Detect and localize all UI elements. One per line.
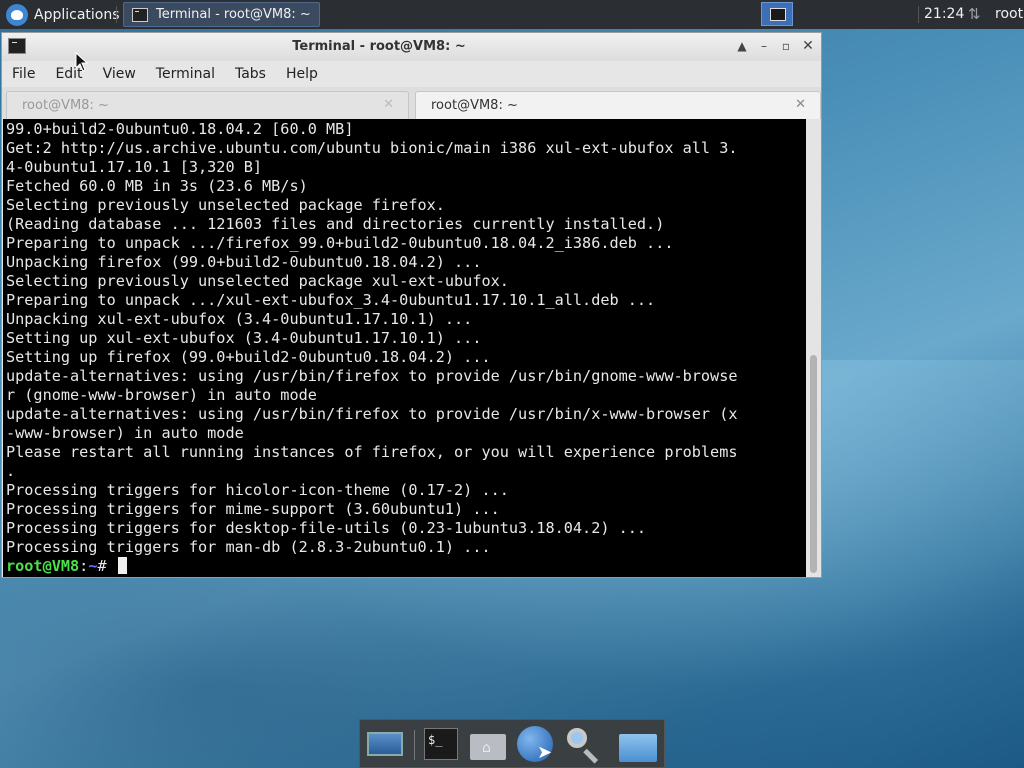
terminal-line: Preparing to unpack .../firefox_99.0+bui… xyxy=(6,234,674,252)
window-titlebar[interactable]: Terminal - root@VM8: ~ ▲ – ▫ ✕ xyxy=(2,33,821,61)
search-icon xyxy=(567,728,587,748)
network-icon[interactable]: ⇅ xyxy=(968,5,981,23)
files-icon xyxy=(619,734,657,762)
text-cursor xyxy=(117,557,127,574)
window-shade-icon[interactable]: ▲ xyxy=(733,38,751,54)
terminal-line: 99.0+build2-0ubuntu0.18.04.2 [60.0 MB] xyxy=(6,120,354,138)
terminal-line: Unpacking firefox (99.0+build2-0ubuntu0.… xyxy=(6,253,482,271)
terminal-line: Preparing to unpack .../xul-ext-ubufox_3… xyxy=(6,291,656,309)
prompt-user-host: root@VM8 xyxy=(6,557,80,575)
mouse-pointer-icon xyxy=(75,52,89,72)
xfce-logo-icon xyxy=(6,3,28,26)
terminal-line: Setting up xul-ext-ubufox (3.4-0ubuntu1.… xyxy=(6,329,482,347)
terminal-output[interactable]: 99.0+build2-0ubuntu0.18.04.2 [60.0 MB] G… xyxy=(3,119,806,577)
minimize-icon[interactable]: – xyxy=(755,38,773,54)
menu-terminal[interactable]: Terminal xyxy=(146,66,225,82)
terminal-line: Unpacking xul-ext-ubufox (3.4-0ubuntu1.1… xyxy=(6,310,473,328)
terminal-line: update-alternatives: using /usr/bin/fire… xyxy=(6,367,738,385)
close-icon[interactable]: ✕ xyxy=(799,38,817,54)
terminal-icon: $_ xyxy=(424,728,458,760)
terminal-icon xyxy=(132,7,148,22)
tab-close-icon[interactable]: ✕ xyxy=(383,97,394,112)
terminal-line: -www-browser) in auto mode xyxy=(6,424,244,442)
web-browser-launcher[interactable]: ➤ xyxy=(515,726,555,764)
prompt-colon: : xyxy=(79,557,89,575)
menubar: File Edit View Terminal Tabs Help xyxy=(2,61,821,87)
terminal-prompt[interactable]: root@VM8:~# xyxy=(6,557,127,576)
tab-terminal-2[interactable]: root@VM8: ~ ✕ xyxy=(415,91,821,119)
terminal-line: Please restart all running instances of … xyxy=(6,443,738,461)
terminal-line: 4-0ubuntu1.17.10.1 [3,320 B] xyxy=(6,158,263,176)
applications-label: Applications xyxy=(34,6,120,23)
show-desktop-button[interactable] xyxy=(365,726,405,764)
tab-close-icon[interactable]: ✕ xyxy=(795,97,806,112)
files-launcher[interactable] xyxy=(617,726,657,764)
panel-separator xyxy=(918,6,919,23)
terminal-launcher[interactable]: $_ xyxy=(421,726,461,764)
tab-terminal-1[interactable]: root@VM8: ~ ✕ xyxy=(6,91,409,119)
menu-view[interactable]: View xyxy=(93,66,146,82)
home-folder-launcher[interactable]: ⌂ xyxy=(468,726,508,764)
user-menu[interactable]: root xyxy=(995,6,1023,22)
terminal-line: Processing triggers for desktop-file-uti… xyxy=(6,519,647,537)
search-handle-icon xyxy=(583,748,599,764)
scrollbar-thumb[interactable] xyxy=(810,355,817,573)
app-finder-launcher[interactable] xyxy=(563,726,603,764)
terminal-line: Setting up firefox (99.0+build2-0ubuntu0… xyxy=(6,348,491,366)
terminal-line: Processing triggers for man-db (2.8.3-2u… xyxy=(6,538,491,556)
terminal-line: Fetched 60.0 MB in 3s (23.6 MB/s) xyxy=(6,177,308,195)
window-title: Terminal - root@VM8: ~ xyxy=(292,39,466,54)
terminal-line: r (gnome-www-browser) in auto mode xyxy=(6,386,317,404)
menu-file[interactable]: File xyxy=(2,66,45,82)
prompt-symbol: # xyxy=(97,557,116,575)
house-icon: ⌂ xyxy=(482,740,491,756)
top-panel: Applications Terminal - root@VM8: ~ 21:2… xyxy=(0,0,1024,29)
tab-label: root@VM8: ~ xyxy=(431,98,518,113)
desktop-icon xyxy=(367,732,403,756)
workspace-window-icon xyxy=(770,8,786,21)
terminal-line: Processing triggers for hicolor-icon-the… xyxy=(6,481,509,499)
terminal-line: (Reading database ... 121603 files and d… xyxy=(6,215,665,233)
terminal-line: Selecting previously unselected package … xyxy=(6,196,445,214)
terminal-line: update-alternatives: using /usr/bin/fire… xyxy=(6,405,738,423)
maximize-icon[interactable]: ▫ xyxy=(777,38,795,54)
terminal-text: 99.0+build2-0ubuntu0.18.04.2 [60.0 MB] G… xyxy=(6,120,738,557)
terminal-line: Selecting previously unselected package … xyxy=(6,272,509,290)
menu-tabs[interactable]: Tabs xyxy=(225,66,276,82)
clock[interactable]: 21:24 xyxy=(924,6,964,22)
terminal-line: Processing triggers for mime-support (3.… xyxy=(6,500,500,518)
terminal-line: . xyxy=(6,462,16,480)
taskbar-terminal-button[interactable]: Terminal - root@VM8: ~ xyxy=(123,2,320,27)
dock: $_ ⌂ ➤ xyxy=(359,719,665,768)
pointer-arrow-icon: ➤ xyxy=(537,742,553,763)
taskbar-terminal-label: Terminal - root@VM8: ~ xyxy=(156,7,311,22)
terminal-scrollbar[interactable] xyxy=(806,119,821,577)
menu-help[interactable]: Help xyxy=(276,66,328,82)
applications-menu[interactable]: Applications xyxy=(0,0,126,29)
tab-bar: root@VM8: ~ ✕ root@VM8: ~ ✕ xyxy=(2,87,821,119)
workspace-switcher[interactable] xyxy=(761,2,793,26)
terminal-window: Terminal - root@VM8: ~ ▲ – ▫ ✕ File Edit… xyxy=(1,32,822,578)
panel-separator xyxy=(116,6,117,23)
dock-separator xyxy=(414,730,415,760)
terminal-line: Get:2 http://us.archive.ubuntu.com/ubunt… xyxy=(6,139,738,157)
tab-label: root@VM8: ~ xyxy=(22,98,109,113)
